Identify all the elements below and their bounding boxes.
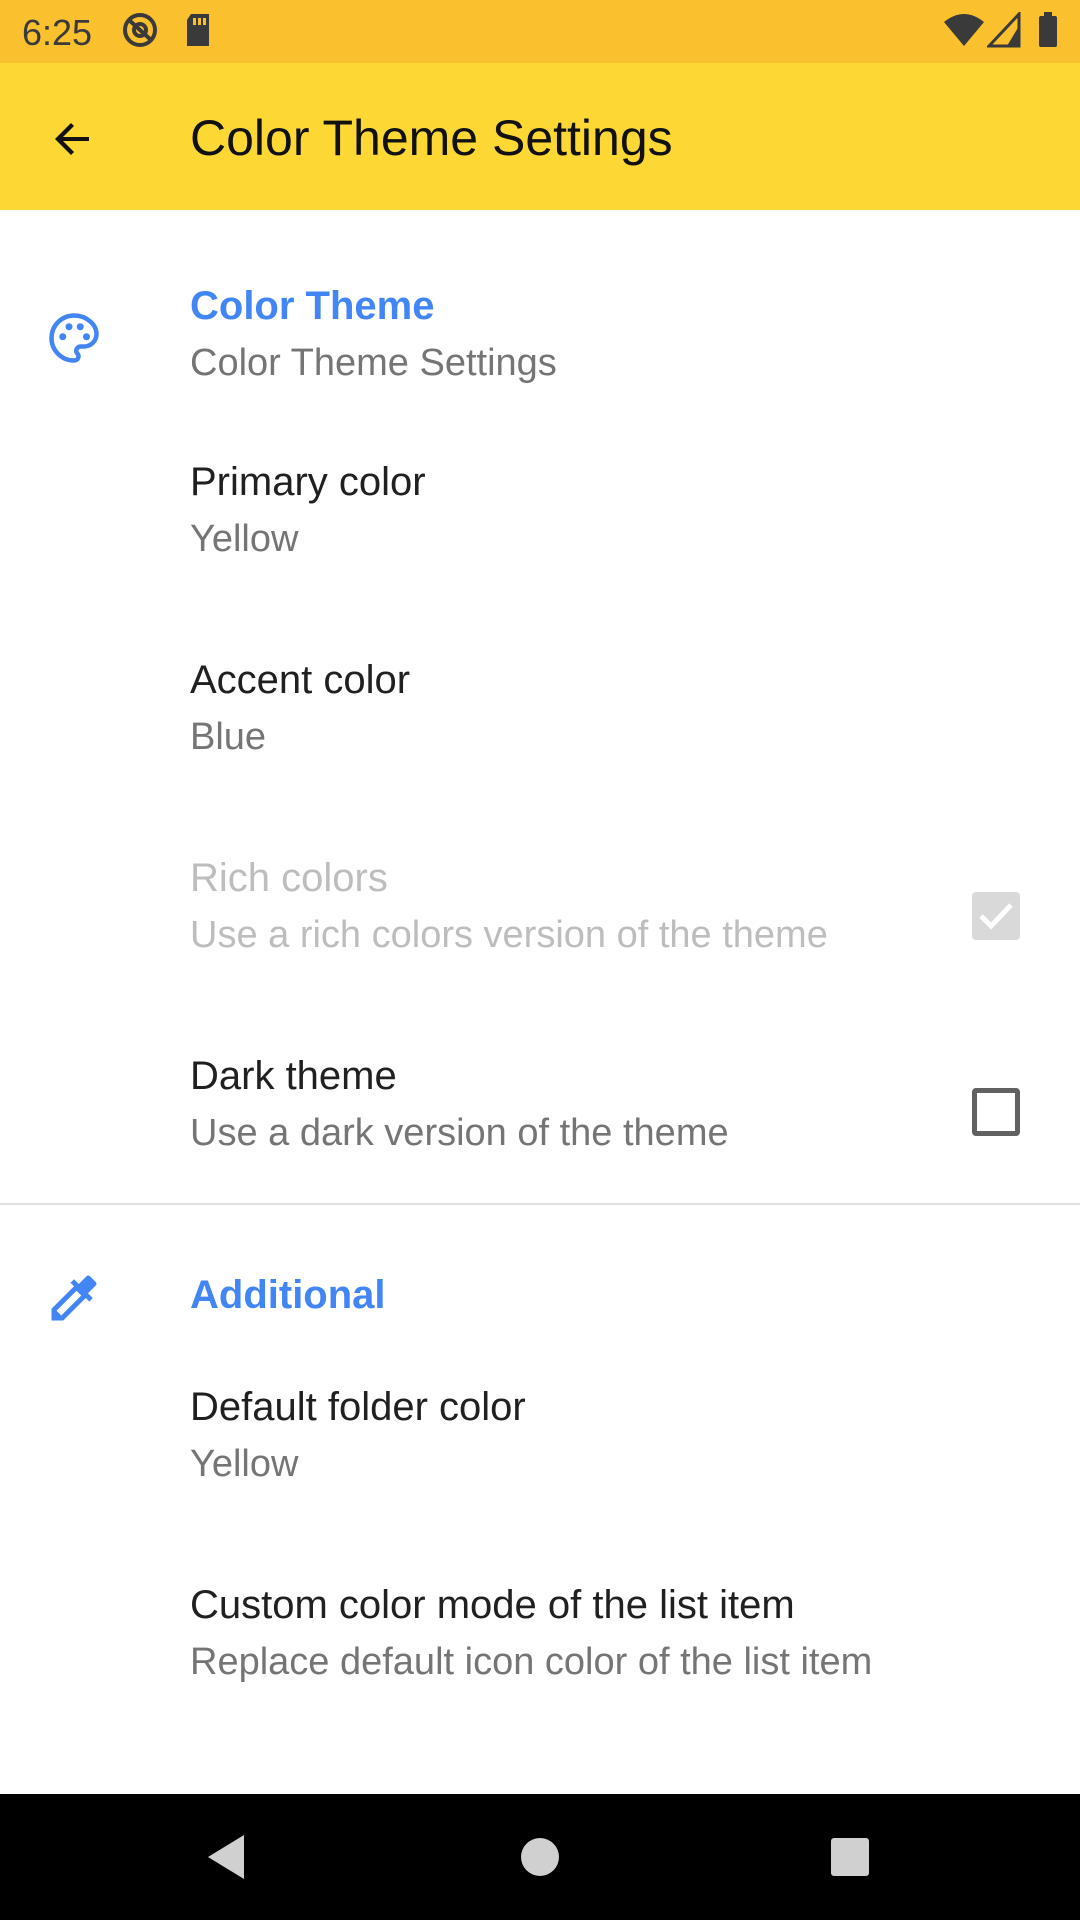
back-button[interactable]	[38, 104, 108, 174]
section-title-additional: Additional	[190, 1273, 386, 1317]
nav-home-button[interactable]	[510, 1827, 570, 1887]
primary-color-preference[interactable]: Primary color Yellow	[0, 430, 1080, 610]
palette-icon	[49, 313, 99, 363]
primary-color-summary: Yellow	[190, 518, 299, 560]
custom-color-mode-title: Custom color mode of the list item	[190, 1583, 795, 1627]
default-folder-color-title: Default folder color	[190, 1385, 526, 1429]
wifi-icon	[944, 14, 984, 46]
dark-theme-checkbox[interactable]	[972, 1088, 1020, 1136]
divider	[0, 1203, 1080, 1205]
nav-recents-button[interactable]	[820, 1827, 880, 1887]
app-bar: Color Theme Settings	[0, 63, 1080, 210]
rich-colors-title: Rich colors	[190, 856, 388, 900]
triangle-back-icon	[208, 1835, 244, 1879]
default-folder-color-preference[interactable]: Default folder color Yellow	[0, 1355, 1080, 1535]
accent-color-preference[interactable]: Accent color Blue	[0, 630, 1080, 810]
circle-home-icon	[521, 1838, 559, 1876]
accent-color-summary: Blue	[190, 716, 267, 758]
page-title: Color Theme Settings	[190, 110, 673, 166]
status-time: 6:25	[22, 12, 93, 53]
dark-theme-summary: Use a dark version of the theme	[190, 1112, 729, 1154]
navigation-bar	[0, 1794, 1080, 1920]
eyedropper-icon	[51, 1275, 97, 1321]
at-sign-icon	[123, 13, 157, 47]
nav-back-button[interactable]	[196, 1827, 256, 1887]
custom-color-mode-preference[interactable]: Custom color mode of the list item Repla…	[0, 1555, 1080, 1735]
accent-color-title: Accent color	[190, 658, 411, 702]
primary-color-title: Primary color	[190, 460, 426, 504]
default-folder-color-summary: Yellow	[190, 1443, 299, 1485]
sd-card-icon	[187, 14, 209, 46]
dark-theme-title: Dark theme	[190, 1054, 397, 1098]
custom-color-mode-summary: Replace default icon color of the list i…	[190, 1641, 873, 1683]
square-recents-icon	[831, 1838, 869, 1876]
status-bar: 6:25	[0, 0, 1080, 63]
arrow-back-icon	[55, 123, 89, 155]
settings-list: Color Theme Color Theme Settings Primary…	[0, 210, 1080, 1794]
rich-colors-summary: Use a rich colors version of the theme	[190, 914, 828, 956]
rich-colors-preference: Rich colors Use a rich colors version of…	[0, 828, 1080, 1008]
dark-theme-preference[interactable]: Dark theme Use a dark version of the the…	[0, 1026, 1080, 1206]
checkmark-icon	[979, 903, 1013, 930]
section-summary-color-theme: Color Theme Settings	[190, 342, 557, 384]
signal-icon	[987, 12, 1021, 48]
rich-colors-checkbox	[972, 892, 1020, 940]
section-title-color-theme: Color Theme	[190, 284, 435, 328]
battery-icon	[1039, 12, 1057, 47]
